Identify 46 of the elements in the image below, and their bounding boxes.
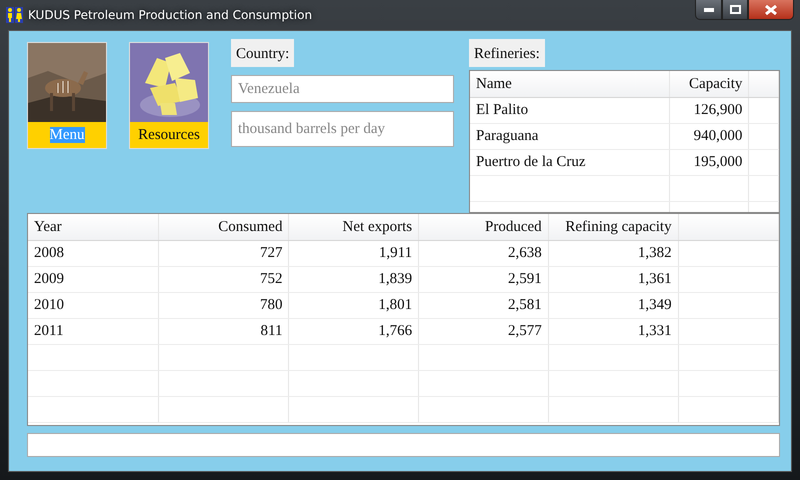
country-label: Country:	[231, 39, 294, 67]
maximize-button[interactable]	[722, 0, 748, 20]
table-cell: 1,766	[288, 318, 419, 344]
table-cell: 811	[158, 318, 289, 344]
units-field[interactable]: thousand barrels per day	[231, 111, 454, 147]
table-cell: Paraguana	[470, 123, 670, 149]
tile-button[interactable]: Resources	[130, 122, 208, 148]
table-cell: 1,839	[288, 266, 419, 292]
window-title: KUDUS Petroleum Production and Consumption	[28, 7, 312, 24]
column-header[interactable]: Name	[470, 71, 670, 97]
table-cell: 727	[158, 240, 289, 266]
table-cell: 2,577	[418, 318, 548, 344]
table-cell: 2,638	[418, 240, 548, 266]
close-button[interactable]	[748, 0, 794, 20]
column-header[interactable]: Capacity	[669, 71, 749, 97]
table-cell: 1,382	[548, 240, 678, 266]
minimize-icon	[704, 8, 714, 12]
country-field[interactable]: Venezuela	[231, 75, 454, 103]
column-header[interactable]: Consumed	[158, 214, 289, 240]
table-cell: 780	[158, 292, 289, 318]
table-cell: 2011	[28, 318, 158, 344]
table-cell: 2,581	[418, 292, 548, 318]
table-cell: 2,591	[418, 266, 548, 292]
table-cell: 126,900	[669, 97, 749, 123]
table-cell: El Palito	[470, 97, 670, 123]
table-cell: 1,361	[548, 266, 678, 292]
table-cell: 2008	[28, 240, 158, 266]
column-header[interactable]: Refining capacity	[548, 214, 678, 240]
table-cell: Puertro de la Cruz	[470, 149, 670, 175]
column-header[interactable]: Produced	[418, 214, 548, 240]
table-cell: 1,911	[288, 240, 419, 266]
table-cell: 752	[158, 266, 289, 292]
refineries-label: Refineries:	[469, 39, 545, 67]
table-cell: 1,349	[548, 292, 678, 318]
maximize-icon	[730, 5, 740, 14]
minimize-button[interactable]	[695, 0, 722, 20]
column-header[interactable]: Year	[28, 214, 158, 240]
table-cell: 1,801	[288, 292, 419, 318]
table-cell: 940,000	[669, 123, 749, 149]
app-icon	[6, 6, 24, 24]
table-cell: 195,000	[669, 149, 749, 175]
table-cell: 1,331	[548, 318, 678, 344]
column-header[interactable]: Net exports	[288, 214, 419, 240]
close-icon	[765, 4, 777, 14]
table-cell: 2009	[28, 266, 158, 292]
table-cell: 2010	[28, 292, 158, 318]
